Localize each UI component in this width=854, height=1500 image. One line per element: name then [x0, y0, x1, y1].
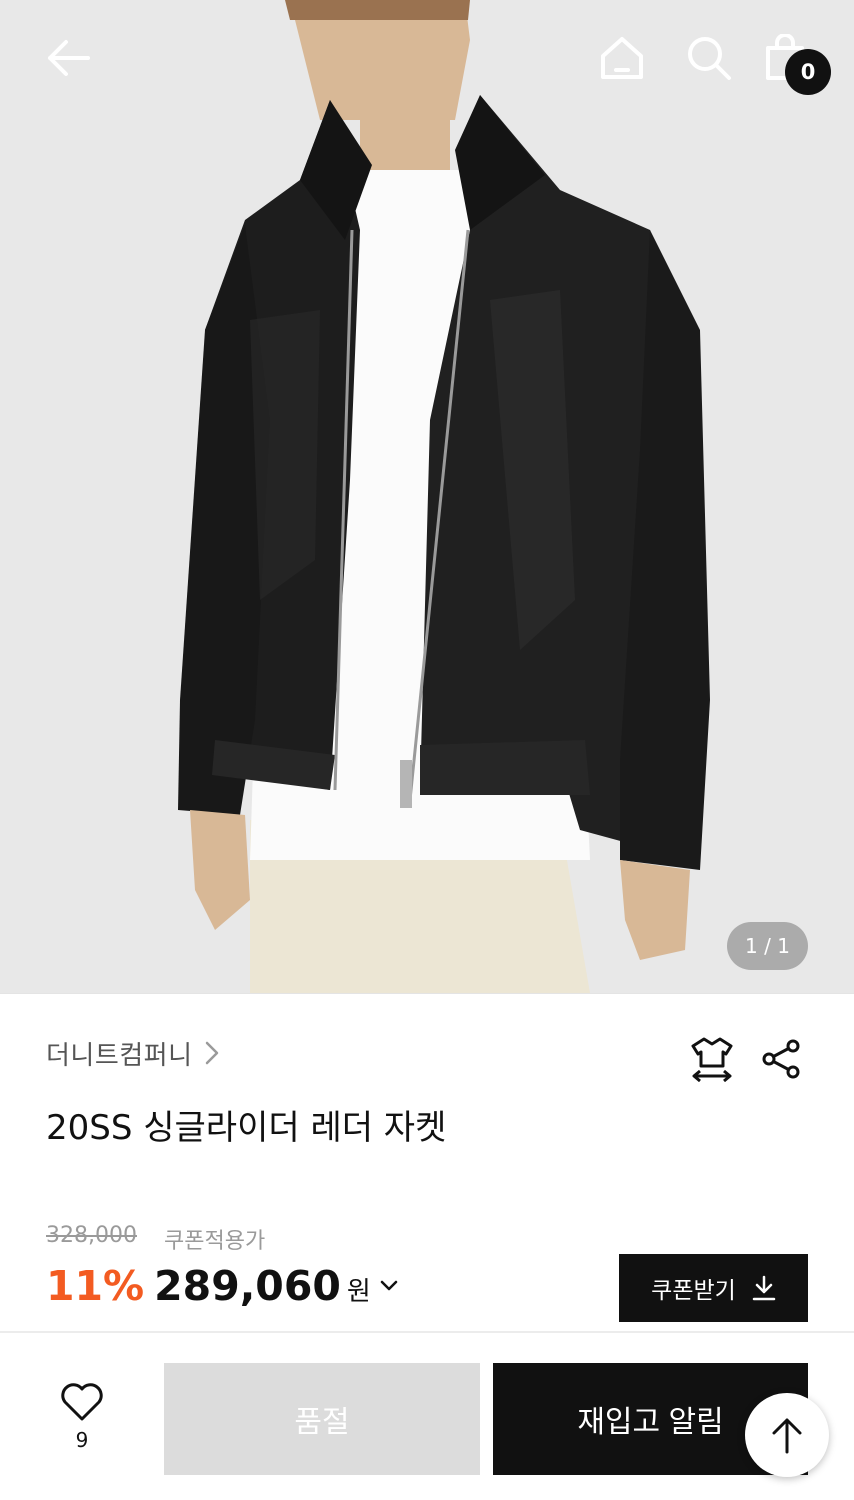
- like-button[interactable]: 9: [52, 1382, 112, 1452]
- back-arrow-icon[interactable]: [44, 36, 92, 80]
- original-price: 328,000: [46, 1223, 137, 1248]
- scroll-to-top-button[interactable]: [745, 1393, 829, 1477]
- soldout-button: 품절: [164, 1363, 480, 1475]
- heart-icon: [61, 1383, 103, 1421]
- product-title: 20SS 싱글라이더 레더 자켓: [46, 1108, 447, 1148]
- home-icon[interactable]: [598, 34, 646, 82]
- discount-rate: 11%: [46, 1262, 145, 1310]
- divider: [0, 1331, 854, 1333]
- product-image-gallery[interactable]: 0 1 / 1: [0, 0, 854, 993]
- download-icon: [752, 1275, 776, 1301]
- currency-unit: 원: [346, 1277, 371, 1307]
- arrow-up-icon: [772, 1418, 802, 1454]
- size-guide-icon[interactable]: [690, 1036, 734, 1082]
- get-coupon-button[interactable]: 쿠폰받기: [619, 1254, 808, 1322]
- coupon-price-label: 쿠폰적용가: [164, 1229, 266, 1254]
- divider: [0, 993, 854, 994]
- search-icon[interactable]: [685, 34, 733, 82]
- like-count: 9: [75, 1428, 89, 1452]
- product-photo: [0, 0, 854, 993]
- share-icon[interactable]: [760, 1038, 802, 1080]
- brand-link[interactable]: 더니트컴퍼니: [46, 1032, 219, 1074]
- final-price: 289,060: [154, 1262, 341, 1310]
- cart-count-badge: 0: [785, 49, 831, 95]
- image-page-indicator: 1 / 1: [727, 922, 808, 970]
- chevron-down-icon[interactable]: [379, 1279, 399, 1293]
- price-row[interactable]: 11% 289,060 원: [46, 1262, 399, 1310]
- get-coupon-label: 쿠폰받기: [651, 1277, 736, 1303]
- chevron-right-icon: [205, 1041, 218, 1065]
- brand-name: 더니트컴퍼니: [46, 1040, 193, 1071]
